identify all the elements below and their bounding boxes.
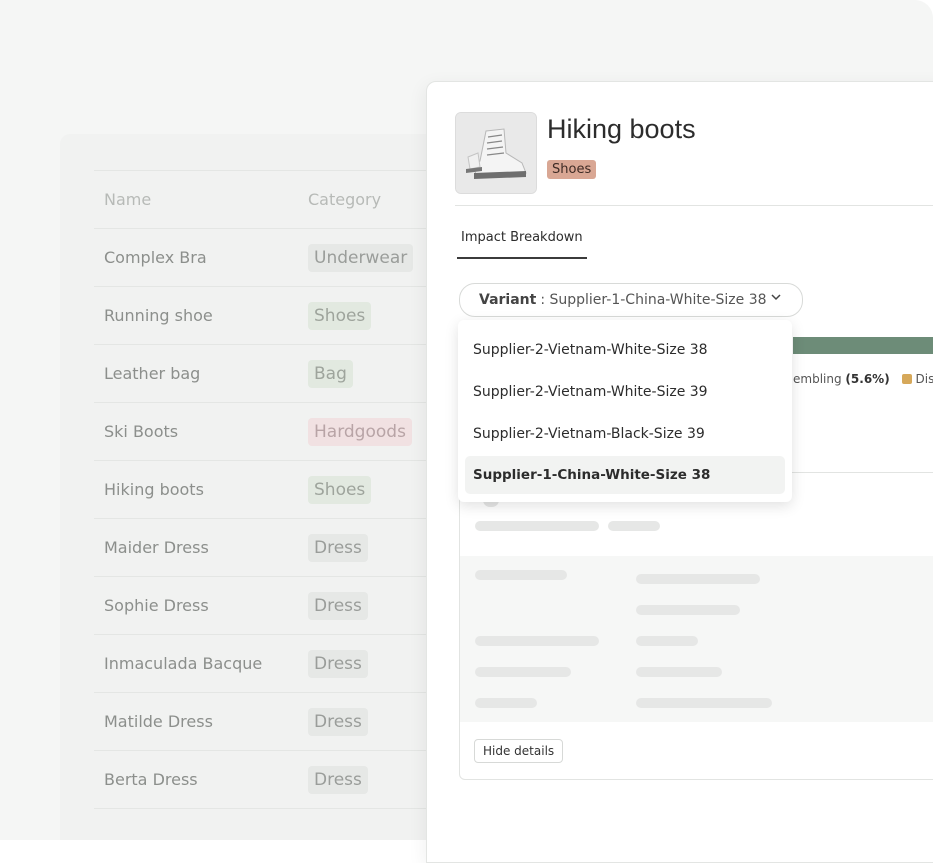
row-name: Leather bag	[104, 364, 200, 383]
table-row[interactable]: Leather bag Bag	[94, 344, 454, 402]
table-row[interactable]: Inmaculada Bacque Dress	[94, 634, 454, 692]
row-name: Inmaculada Bacque	[104, 654, 262, 673]
variant-option[interactable]: Supplier-2-Vietnam-White-Size 39	[465, 373, 785, 411]
column-header-category: Category	[308, 190, 381, 209]
skeleton-line	[475, 698, 537, 708]
row-name: Berta Dress	[104, 770, 198, 789]
skeleton-line	[475, 667, 571, 677]
category-pill: Hardgoods	[308, 418, 412, 446]
category-pill: Dress	[308, 766, 368, 794]
category-pill: Dress	[308, 534, 368, 562]
option-label: Supplier-2-Vietnam-Black-Size 39	[473, 426, 705, 442]
skeleton-line	[608, 521, 660, 531]
category-pill: Shoes	[308, 302, 371, 330]
table-row[interactable]: Complex Bra Underwear	[94, 228, 454, 286]
tab-impact-breakdown[interactable]: Impact Breakdown	[457, 230, 587, 259]
table-row[interactable]: Sophie Dress Dress	[94, 576, 454, 634]
row-name: Hiking boots	[104, 480, 204, 499]
products-table: Name Category Complex Bra Underwear Runn…	[94, 170, 454, 809]
table-header: Name Category	[94, 170, 454, 228]
table-row[interactable]: Matilde Dress Dress	[94, 692, 454, 750]
legend-swatch	[902, 374, 912, 384]
table-row[interactable]: Ski Boots Hardgoods	[94, 402, 454, 460]
option-label: Supplier-1-China-White-Size 38	[473, 467, 710, 483]
category-pill: Shoes	[308, 476, 371, 504]
variant-option-selected[interactable]: Supplier-1-China-White-Size 38	[465, 456, 785, 494]
skeleton-line	[636, 698, 772, 708]
category-pill: Underwear	[308, 244, 413, 272]
skeleton-line	[636, 574, 760, 584]
skeleton-line	[475, 521, 599, 531]
variant-dropdown-menu: Supplier-2-Vietnam-White-Size 38 Supplie…	[458, 320, 792, 502]
variant-option[interactable]: Supplier-2-Vietnam-Black-Size 39	[465, 415, 785, 453]
product-title: Hiking boots	[547, 114, 696, 145]
skeleton-line	[475, 636, 599, 646]
category-pill: Dress	[308, 708, 368, 736]
table-row[interactable]: Hiking boots Shoes	[94, 460, 454, 518]
row-name: Complex Bra	[104, 248, 207, 267]
row-name: Sophie Dress	[104, 596, 209, 615]
variant-value: : Supplier-1-China-White-Size 38	[540, 292, 766, 308]
hide-details-button[interactable]: Hide details	[474, 739, 563, 763]
variant-select[interactable]: Variant: Supplier-1-China-White-Size 38	[459, 283, 803, 317]
category-pill: Dress	[308, 592, 368, 620]
skeleton-line	[636, 636, 698, 646]
table-row[interactable]: Maider Dress Dress	[94, 518, 454, 576]
row-name: Maider Dress	[104, 538, 209, 557]
legend-label-assembling: embling	[793, 372, 842, 386]
skeleton-line	[636, 605, 740, 615]
row-name: Running shoe	[104, 306, 213, 325]
skeleton-line	[475, 570, 567, 580]
variant-label: Variant	[479, 292, 536, 308]
category-pill: Dress	[308, 650, 368, 678]
category-badge: Shoes	[547, 160, 596, 179]
product-image	[455, 112, 537, 194]
category-pill: Bag	[308, 360, 353, 388]
legend-pct-assembling: (5.6%)	[845, 372, 889, 386]
impact-bar	[793, 337, 933, 354]
header-divider	[455, 205, 933, 206]
option-label: Supplier-2-Vietnam-White-Size 39	[473, 384, 708, 400]
variant-option[interactable]: Supplier-2-Vietnam-White-Size 38	[465, 331, 785, 369]
boot-illustration	[456, 113, 536, 193]
chevron-down-icon	[770, 291, 782, 307]
row-name: Matilde Dress	[104, 712, 213, 731]
option-label: Supplier-2-Vietnam-White-Size 38	[473, 342, 708, 358]
table-row[interactable]: Running shoe Shoes	[94, 286, 454, 344]
row-name: Ski Boots	[104, 422, 178, 441]
table-row[interactable]: Berta Dress Dress	[94, 750, 454, 809]
column-header-name: Name	[104, 190, 151, 209]
impact-legend: embling (5.6%) Distri	[793, 372, 933, 386]
legend-label-distribution: Distri	[916, 372, 933, 386]
skeleton-line	[636, 667, 722, 677]
details-box: Hide details	[459, 472, 933, 780]
